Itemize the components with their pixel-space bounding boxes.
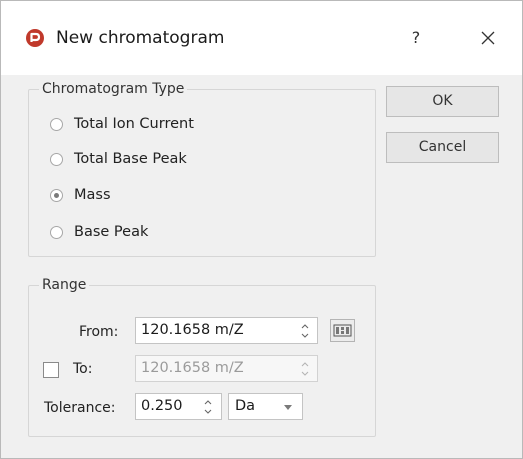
to-spinbox[interactable]: 120.1658 m/Z xyxy=(135,355,318,382)
from-label: From: xyxy=(79,324,119,340)
dialog-body: Chromatogram Type Total Ion Current Tota… xyxy=(1,75,522,458)
chromatogram-type-legend: Chromatogram Type xyxy=(42,81,185,97)
dialog-window: New chromatogram ? Chromatogram Type Tot… xyxy=(0,0,523,459)
chevron-down-icon xyxy=(284,405,292,410)
spin-arrows-icon[interactable] xyxy=(300,359,310,379)
spin-arrows-icon[interactable] xyxy=(300,321,310,341)
radio-label: Total Ion Current xyxy=(74,116,194,132)
title-bar: New chromatogram ? xyxy=(1,1,522,75)
tolerance-spinbox[interactable]: 0.250 xyxy=(135,393,222,420)
cancel-button[interactable]: Cancel xyxy=(386,132,499,163)
dialog-title: New chromatogram xyxy=(56,28,225,48)
unit-dropdown[interactable]: Da xyxy=(228,393,303,420)
radio-button-selected[interactable] xyxy=(50,188,63,202)
radio-mass[interactable]: Mass xyxy=(50,184,111,206)
range-legend: Range xyxy=(42,277,87,293)
chromatogram-app-icon xyxy=(26,29,44,47)
radio-total-base-peak[interactable]: Total Base Peak xyxy=(50,148,187,170)
calculator-button[interactable] xyxy=(330,319,355,342)
radio-button[interactable] xyxy=(50,152,63,166)
chromatogram-type-group: Chromatogram Type Total Ion Current Tota… xyxy=(28,81,376,257)
spin-arrows-icon[interactable] xyxy=(203,397,213,417)
to-checkbox[interactable] xyxy=(43,362,59,378)
radio-button[interactable] xyxy=(50,117,63,131)
radio-base-peak[interactable]: Base Peak xyxy=(50,221,148,243)
help-button[interactable]: ? xyxy=(401,21,431,55)
to-label: To: xyxy=(73,361,93,377)
radio-label: Mass xyxy=(74,187,111,203)
range-group: Range From: 120.1658 m/Z To: 120.1658 m/… xyxy=(28,277,376,437)
radio-total-ion-current[interactable]: Total Ion Current xyxy=(50,113,194,135)
close-icon xyxy=(481,31,495,45)
to-value: 120.1658 m/Z xyxy=(141,360,244,376)
radio-label: Base Peak xyxy=(74,224,149,240)
close-button[interactable] xyxy=(471,21,505,55)
tolerance-value: 0.250 xyxy=(141,398,183,414)
unit-value: Da xyxy=(235,398,256,414)
ok-button[interactable]: OK xyxy=(386,86,499,117)
radio-button[interactable] xyxy=(50,225,63,239)
radio-label: Total Base Peak xyxy=(74,151,187,167)
tolerance-label: Tolerance: xyxy=(44,400,116,416)
calculator-icon xyxy=(333,324,352,337)
from-spinbox[interactable]: 120.1658 m/Z xyxy=(135,317,318,344)
from-value: 120.1658 m/Z xyxy=(141,322,244,338)
